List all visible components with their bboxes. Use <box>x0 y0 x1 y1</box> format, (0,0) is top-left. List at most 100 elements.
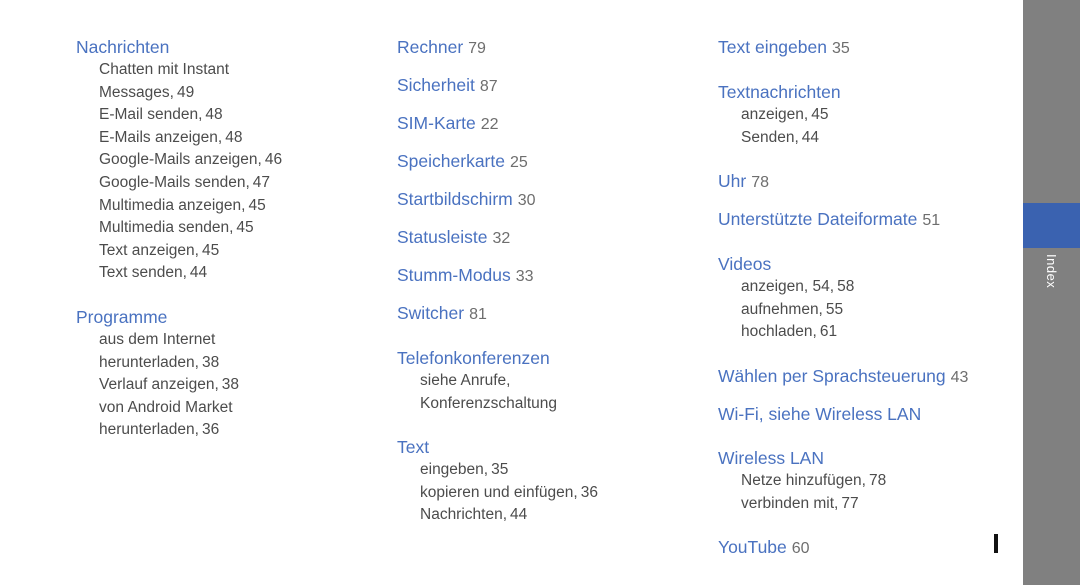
index-heading-page-number: 33 <box>515 268 534 285</box>
index-subentry[interactable]: verbinden mit, 77 <box>718 493 1013 516</box>
index-subentry-list: Chatten mit Instant Messages, 49 E-Mail sen… <box>76 59 376 285</box>
index-subentry[interactable]: E-Mails anzeigen, 48 <box>76 127 376 150</box>
index-subentry[interactable]: Multimedia anzeigen, 45 <box>76 195 376 218</box>
index-subentry[interactable]: anzeigen, 45 <box>718 104 1013 127</box>
index-subentry[interactable]: Nachrichten, 44 <box>397 504 687 527</box>
index-heading-label: Switcher <box>397 303 465 323</box>
index-subentry-label: Google-Mails senden, <box>99 173 250 191</box>
index-heading[interactable]: SIM-Karte 22 <box>397 112 687 136</box>
index-column-2: Rechner 79 Sicherheit 87 SIM-Karte 22 Speicher… <box>397 36 687 527</box>
index-entry-group: Text eingeben 35 <box>718 36 1013 60</box>
index-heading[interactable]: Uhr 78 <box>718 170 1013 194</box>
index-heading-page-number: 35 <box>831 40 850 57</box>
index-subentry[interactable]: Text anzeigen, 45 <box>76 240 376 263</box>
index-subentry[interactable]: hochladen, 61 <box>718 321 1013 344</box>
index-subentry-list: siehe Anrufe, Konferenzschaltung <box>397 370 687 415</box>
index-heading[interactable]: Text <box>397 436 687 459</box>
index-subentry[interactable]: Senden, 44 <box>718 127 1013 150</box>
index-heading-page-number: 60 <box>791 540 810 558</box>
index-heading[interactable]: Wi-Fi, siehe Wireless LAN <box>718 403 1013 426</box>
index-entry-group: Wählen per Sprachsteuerung 43 <box>718 365 1013 389</box>
index-subentry-page-number: 36 <box>580 483 598 501</box>
index-subentry-page-number: 47 <box>252 173 271 191</box>
index-subentry[interactable]: Konferenzschaltung <box>397 393 687 416</box>
index-heading-label: Unterstützte Dateiformate <box>718 209 918 230</box>
index-heading[interactable]: Textnachrichten <box>718 81 1013 104</box>
index-subentry-label: hochladen, <box>741 323 817 341</box>
index-subentry-page-number: 55 <box>825 300 844 318</box>
index-entry-group: Text eingeben, 35 kopieren und einfügen, 36 N… <box>397 436 687 527</box>
index-subentry-label: herunterladen, <box>99 353 199 371</box>
index-heading[interactable]: Switcher 81 <box>397 302 687 326</box>
index-entry-group: Nachrichten Chatten mit Instant Messages, 4… <box>76 36 376 285</box>
index-subentry[interactable]: Chatten mit Instant <box>76 59 376 82</box>
index-heading[interactable]: Wireless LAN <box>718 447 1013 470</box>
index-subentry-page-number: 44 <box>189 264 208 282</box>
index-subentry[interactable]: Text senden, 44 <box>76 262 376 285</box>
index-heading-label: Programme <box>76 306 168 327</box>
index-subentry-page-number: 46 <box>264 151 283 169</box>
index-subentry-label: E-Mails anzeigen, <box>99 128 223 146</box>
index-subentry[interactable]: herunterladen, 38 <box>76 352 376 375</box>
index-heading[interactable]: Statusleiste 32 <box>397 226 687 250</box>
index-heading[interactable]: Sicherheit 87 <box>397 74 687 98</box>
index-subentry[interactable]: Multimedia senden, 45 <box>76 217 376 240</box>
index-subentry[interactable]: Google-Mails senden, 47 <box>76 172 376 195</box>
index-subentry-label: Nachrichten, <box>420 506 508 524</box>
index-subentry[interactable]: Messages, 49 <box>76 82 376 105</box>
index-subentry[interactable]: aufnehmen, 55 <box>718 299 1013 322</box>
index-heading-label: Text <box>397 437 430 458</box>
index-subentry-label: eingeben, <box>420 461 489 479</box>
index-subentry-label: Messages, <box>99 83 174 101</box>
index-subentry[interactable]: E-Mail senden, 48 <box>76 104 376 127</box>
index-subentry[interactable]: Google-Mails anzeigen, 46 <box>76 149 376 172</box>
index-heading[interactable]: Rechner 79 <box>397 36 687 60</box>
index-subentry[interactable]: von Android Market <box>76 397 376 420</box>
index-heading[interactable]: Wählen per Sprachsteuerung 43 <box>718 365 1013 389</box>
index-subentry-list: aus dem Internet herunterladen, 38 Verlauf … <box>76 329 376 442</box>
index-heading[interactable]: Stumm-Modus 33 <box>397 264 687 288</box>
index-heading[interactable]: Text eingeben 35 <box>718 36 1013 60</box>
index-subentry[interactable]: herunterladen, 36 <box>76 419 376 442</box>
index-subentry-list: anzeigen, 45 Senden, 44 <box>718 104 1013 149</box>
index-subentry[interactable]: Netze hinzufügen, 78 <box>718 470 1013 493</box>
sidebar-tab-index[interactable]: Index <box>1023 248 1080 338</box>
index-subentry-list: anzeigen, 54, 58 aufnehmen, 55 hochladen, 61 <box>718 276 1013 344</box>
index-subentry-label: Text senden, <box>99 264 187 282</box>
index-page: Nachrichten Chatten mit Instant Messages, 4… <box>0 0 1023 585</box>
index-entry-group: Programme aus dem Internet herunterladen, 3… <box>76 306 376 442</box>
index-heading[interactable]: Videos <box>718 253 1013 276</box>
index-subentry[interactable]: siehe Anrufe, <box>397 370 687 393</box>
index-subentry-page-number: 45 <box>248 196 266 214</box>
index-heading-label: SIM-Karte <box>397 113 476 133</box>
index-heading[interactable]: YouTube 60 <box>718 536 1013 560</box>
index-heading[interactable]: Speicherkarte 25 <box>397 150 687 174</box>
index-entry-group: YouTube 60 <box>718 536 1013 560</box>
index-subentry-label: kopieren und einfügen, <box>420 483 578 501</box>
index-subentry[interactable]: anzeigen, 54, 58 <box>718 276 1013 299</box>
index-heading-page-number: 87 <box>479 78 498 95</box>
sidebar-active-tab-indicator[interactable] <box>1023 203 1080 248</box>
index-heading[interactable]: Programme <box>76 306 376 329</box>
index-subentry-label: verbinden mit, <box>741 494 839 512</box>
index-subentry-label: Verlauf anzeigen, <box>99 376 219 394</box>
index-heading-label: Videos <box>718 254 772 275</box>
index-heading[interactable]: Unterstützte Dateiformate 51 <box>718 208 1013 232</box>
index-heading[interactable]: Telefonkonferenzen <box>397 347 687 370</box>
index-subentry[interactable]: aus dem Internet <box>76 329 376 352</box>
index-heading[interactable]: Nachrichten <box>76 36 376 59</box>
index-subentry-label: Konferenzschaltung <box>420 394 558 412</box>
index-entry-group: Uhr 78 <box>718 170 1013 194</box>
index-subentry-label: siehe Anrufe, <box>420 372 511 389</box>
index-subentry[interactable]: Verlauf anzeigen, 38 <box>76 374 376 397</box>
index-subentry-page-number: 45 <box>236 219 254 237</box>
index-subentry[interactable]: kopieren und einfügen, 36 <box>397 482 687 505</box>
right-sidebar: Index <box>1023 0 1080 585</box>
index-heading-page-number: 32 <box>492 230 511 247</box>
index-entry-group: Switcher 81 <box>397 302 687 326</box>
index-subentry[interactable]: eingeben, 35 <box>397 459 687 482</box>
index-subentry-label: Chatten mit Instant <box>99 61 230 78</box>
index-entry-group: SIM-Karte 22 <box>397 112 687 136</box>
index-heading[interactable]: Startbildschirm 30 <box>397 188 687 212</box>
index-subentry-label: herunterladen, <box>99 421 199 439</box>
